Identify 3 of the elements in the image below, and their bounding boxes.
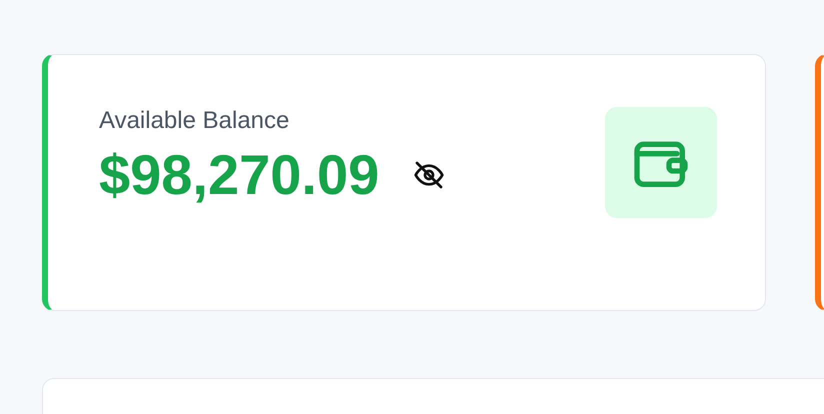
balance-amount: $98,270.09 [99,142,380,208]
balance-label: Available Balance [99,107,290,135]
eye-off-icon[interactable] [413,159,446,191]
